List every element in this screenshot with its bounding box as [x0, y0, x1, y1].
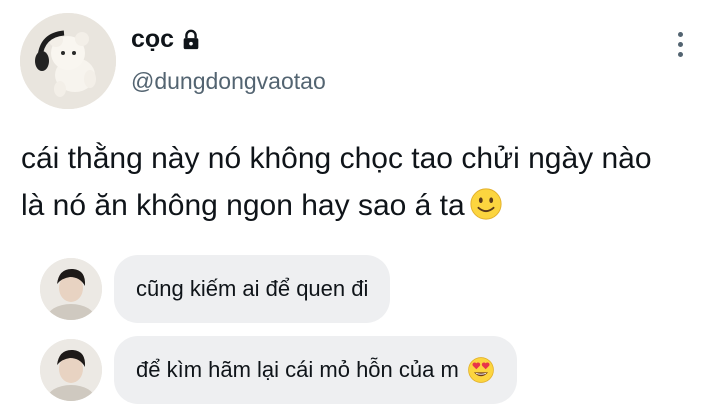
reply-2[interactable]: để kìm hãm lại cái mỏ hỗn của m: [40, 336, 517, 404]
reply-text: cũng kiếm ai để quen đi: [136, 276, 369, 301]
tweet-line-2: là nó ăn không ngon hay sao á ta: [21, 182, 711, 229]
reply-1[interactable]: cũng kiếm ai để quen đi: [40, 255, 391, 323]
tweet-text: cái thằng này nó không chọc tao chửi ngà…: [21, 135, 711, 229]
reply-avatar[interactable]: [40, 258, 102, 320]
user-handle[interactable]: @dungdongvaotao: [131, 68, 326, 95]
more-options-icon[interactable]: [668, 28, 692, 60]
reply-text: để kìm hãm lại cái mỏ hỗn của m: [136, 357, 459, 382]
heart-eyes-face-icon: [467, 357, 494, 383]
reply-avatar[interactable]: [40, 339, 102, 401]
reply-bubble: cũng kiếm ai để quen đi: [114, 255, 391, 323]
slightly-smiling-face-icon: [470, 188, 502, 220]
profile-avatar[interactable]: [20, 13, 116, 109]
tweet-line-1: cái thằng này nó không chọc tao chửi ngà…: [21, 142, 652, 175]
lock-icon: [183, 29, 199, 49]
display-name-text: cọc: [131, 25, 175, 53]
tweet-line-2-text: là nó ăn không ngon hay sao á ta: [21, 189, 465, 222]
reply-bubble: để kìm hãm lại cái mỏ hỗn của m: [114, 336, 517, 404]
display-name[interactable]: cọc: [131, 25, 202, 54]
